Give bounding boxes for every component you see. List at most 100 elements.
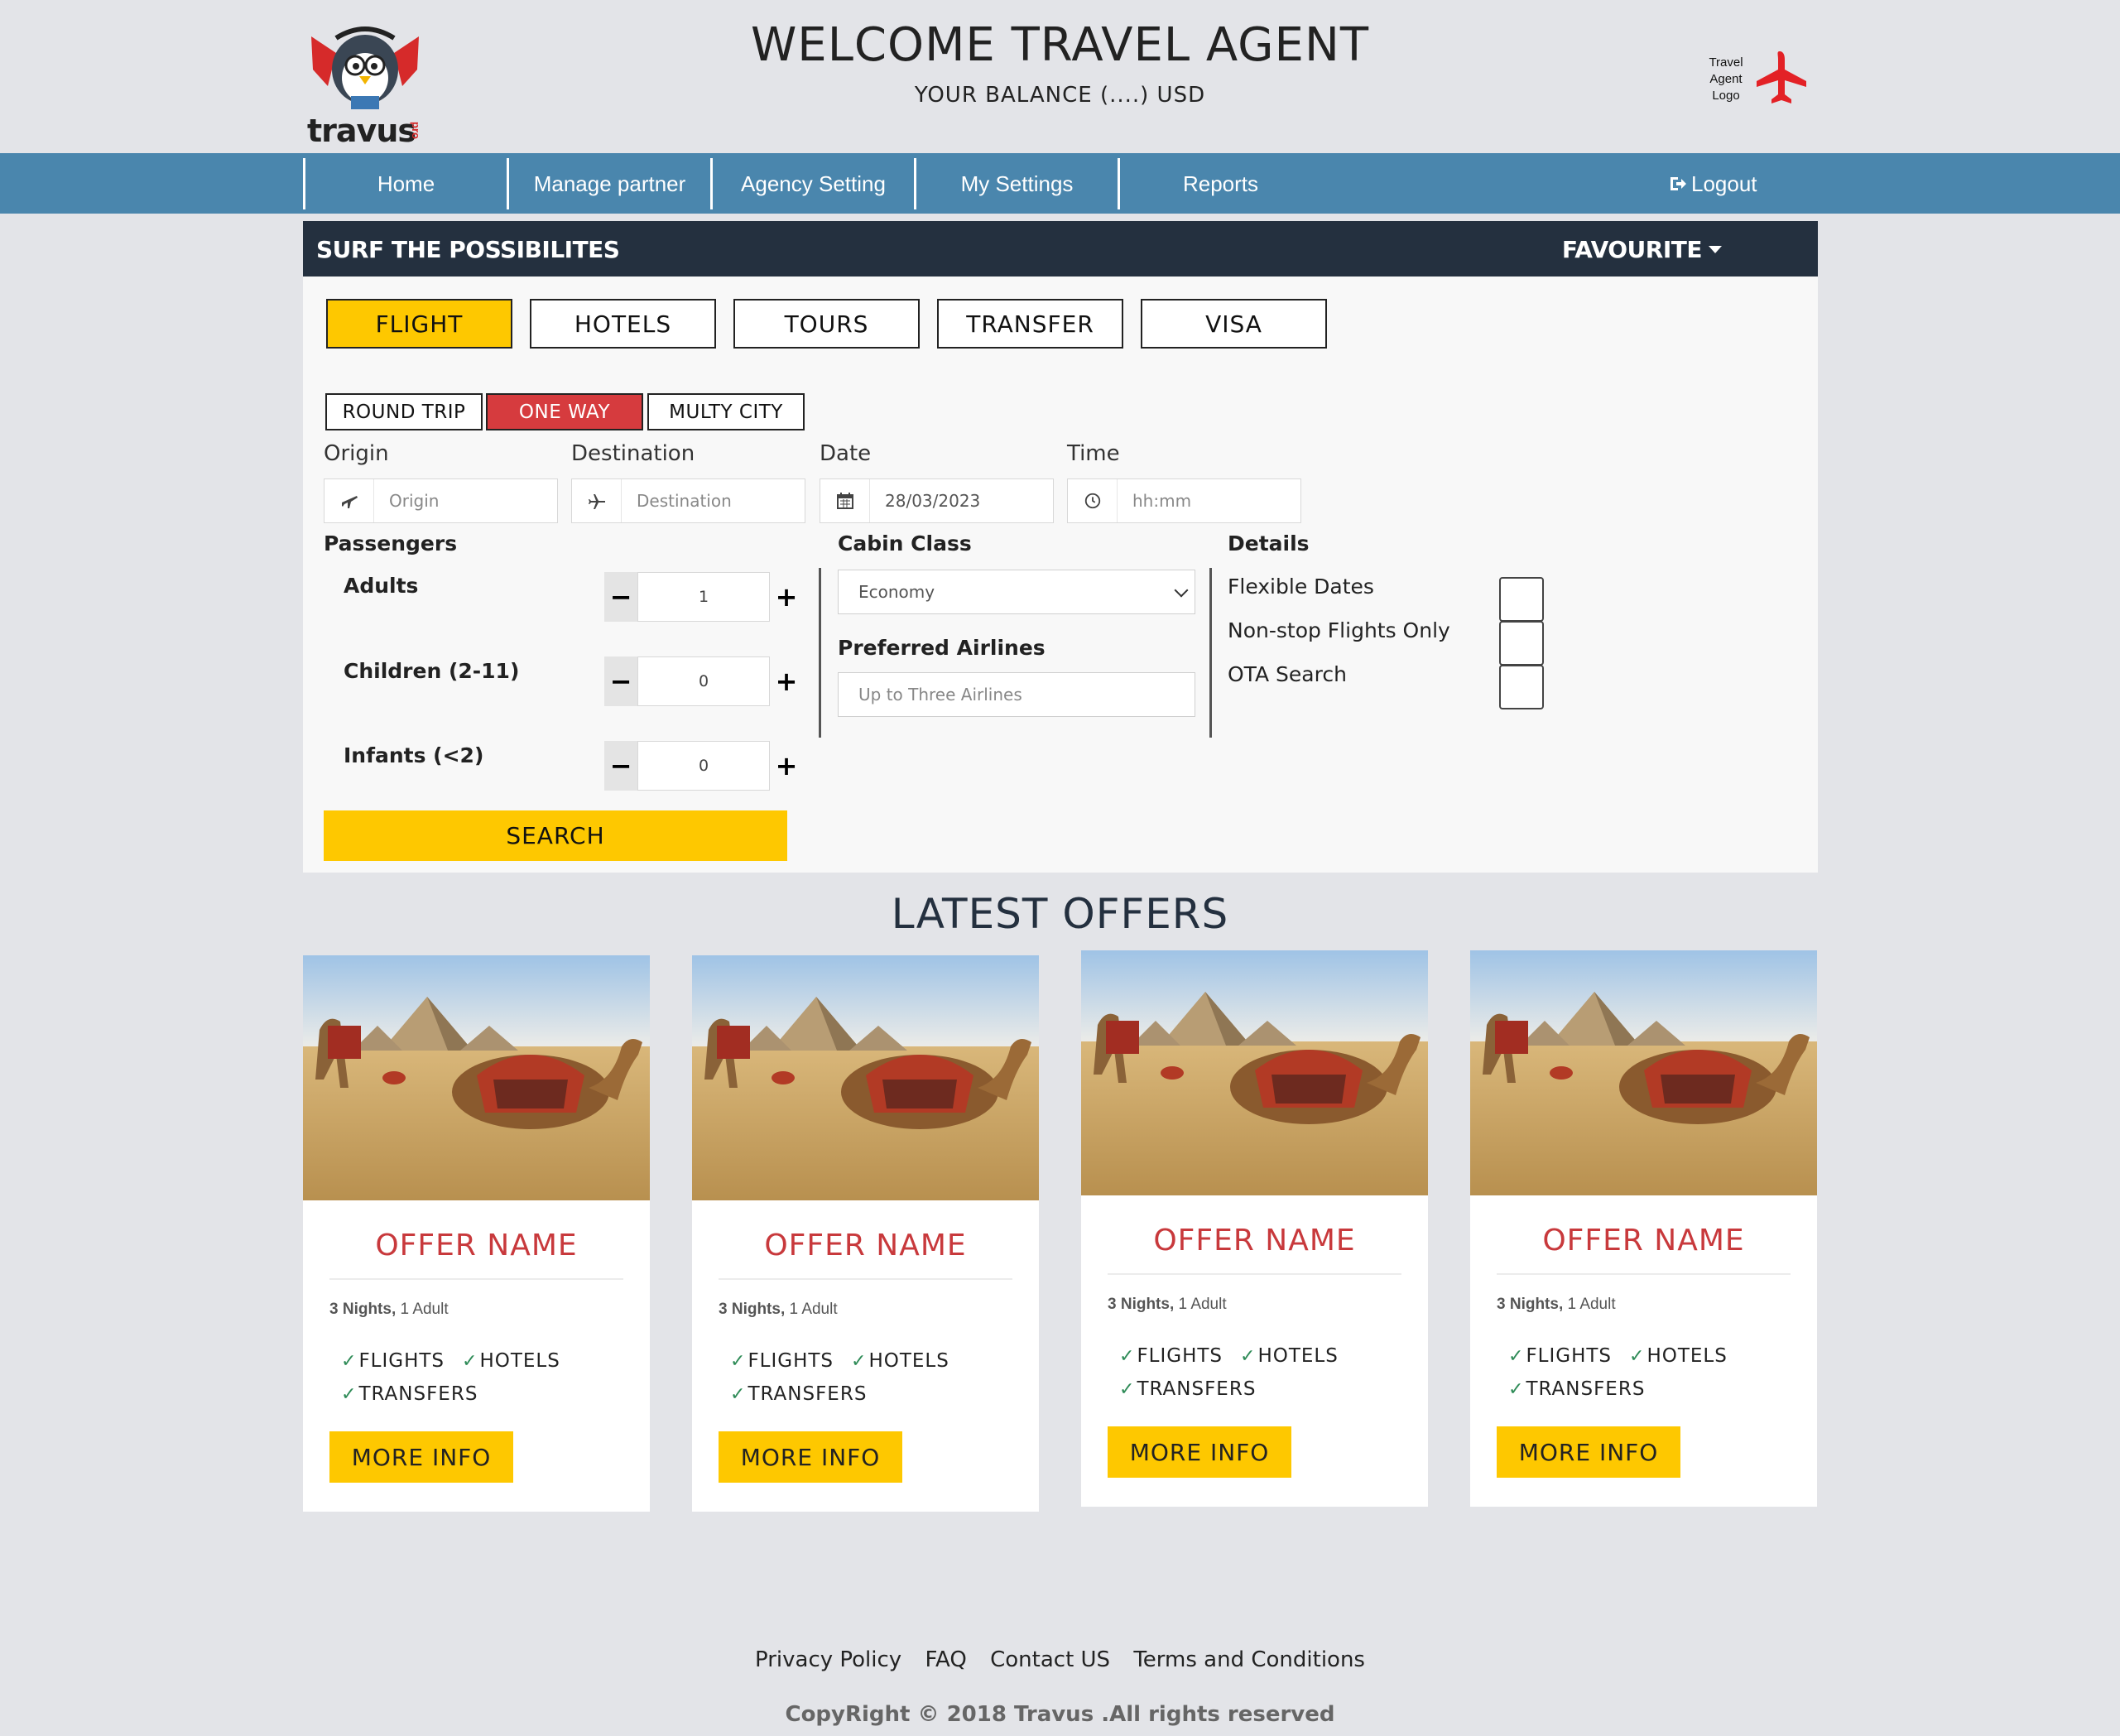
offer-name: OFFER NAME (375, 1229, 578, 1262)
ota-search-checkbox[interactable] (1499, 665, 1544, 709)
included-hotels: ✓ HOTELS (1629, 1345, 1728, 1367)
included-transfers-label: TRANSFERS (358, 1383, 478, 1405)
offer-duration: 3 Nights, 1 Adult (719, 1301, 838, 1319)
cabin-class-value: Economy (858, 582, 935, 602)
infants-label: Infants (<2) (344, 743, 484, 767)
included-flights: ✓ FLIGHTS (730, 1350, 834, 1372)
ota-search-label: OTA Search (1228, 662, 1347, 686)
tab-flight[interactable]: FLIGHT (326, 299, 512, 349)
card-divider (719, 1278, 1012, 1280)
nav-agency-setting[interactable]: Agency Setting (710, 158, 914, 209)
infants-stepper: − 0 + (604, 741, 803, 791)
nav-home[interactable]: Home (303, 158, 507, 209)
more-info-button[interactable]: MORE INFO (719, 1431, 902, 1483)
divider (819, 568, 821, 738)
origin-placeholder: Origin (389, 491, 440, 511)
passengers-heading: Passengers (324, 531, 458, 555)
check-icon: ✓ (341, 1383, 358, 1405)
offer-image-pyramids-camel[interactable] (1081, 950, 1428, 1195)
details-heading: Details (1228, 531, 1310, 555)
included-flights: ✓ FLIGHTS (1508, 1345, 1612, 1367)
brand-name: travus (307, 113, 416, 149)
adults-minus-button[interactable]: − (604, 572, 637, 622)
tab-visa[interactable]: VISA (1141, 299, 1327, 349)
check-icon: ✓ (1119, 1378, 1136, 1400)
terms-link[interactable]: Terms and Conditions (1133, 1647, 1365, 1672)
offer-adults: 1 Adult (1567, 1296, 1616, 1313)
children-plus-button[interactable]: + (770, 656, 803, 706)
children-value[interactable]: 0 (637, 656, 770, 706)
round-trip-button[interactable]: ROUND TRIP (325, 393, 483, 430)
tab-transfer[interactable]: TRANSFER (937, 299, 1123, 349)
check-icon: ✓ (1508, 1345, 1525, 1367)
card-divider (1108, 1273, 1401, 1275)
offer-adults: 1 Adult (789, 1301, 838, 1318)
adults-value[interactable]: 1 (637, 572, 770, 622)
included-transfers: ✓ TRANSFERS (730, 1383, 867, 1405)
logout-button[interactable]: Logout (1668, 158, 1757, 209)
time-input[interactable]: hh:mm (1067, 478, 1301, 523)
cabin-class-select[interactable]: Economy (838, 570, 1195, 614)
search-button[interactable]: SEARCH (324, 810, 787, 861)
date-value: 28/03/2023 (885, 491, 981, 511)
offer-adults: 1 Adult (400, 1301, 449, 1318)
favourite-dropdown[interactable]: FAVOURITE (1562, 236, 1722, 263)
children-minus-button[interactable]: − (604, 656, 637, 706)
more-info-button[interactable]: MORE INFO (1497, 1426, 1680, 1478)
included-hotels-label: HOTELS (1646, 1345, 1728, 1367)
page-header: travus pro WELCOME TRAVEL AGENT YOUR BAL… (0, 0, 2120, 153)
included-hotels: ✓ HOTELS (462, 1350, 560, 1372)
chevron-down-icon (1174, 583, 1189, 598)
infants-plus-button[interactable]: + (770, 741, 803, 791)
offer-image-pyramids-camel[interactable] (692, 955, 1039, 1200)
flexible-dates-checkbox[interactable] (1499, 577, 1544, 622)
nav-manage-partner[interactable]: Manage partner (507, 158, 710, 209)
nav-reports[interactable]: Reports (1118, 158, 1321, 209)
offer-name: OFFER NAME (1153, 1224, 1356, 1258)
children-label: Children (2-11) (344, 659, 520, 683)
preferred-airlines-input[interactable]: Up to Three Airlines (838, 672, 1195, 717)
date-input[interactable]: 28/03/2023 (820, 478, 1054, 523)
destination-label: Destination (571, 441, 695, 466)
offer-adults: 1 Adult (1178, 1296, 1227, 1313)
adults-stepper: − 1 + (604, 572, 803, 622)
offer-nights: 3 Nights, (1108, 1296, 1175, 1313)
check-icon: ✓ (462, 1350, 478, 1372)
tab-hotels[interactable]: HOTELS (530, 299, 716, 349)
non-stop-checkbox[interactable] (1499, 621, 1544, 666)
adults-plus-button[interactable]: + (770, 572, 803, 622)
offer-duration: 3 Nights, 1 Adult (329, 1301, 449, 1319)
agent-logo-text: Travel Agent Logo (1709, 55, 1743, 103)
multy-city-button[interactable]: MULTY CITY (647, 393, 805, 430)
offer-image-pyramids-camel[interactable] (303, 955, 650, 1200)
privacy-policy-link[interactable]: Privacy Policy (755, 1647, 901, 1672)
included-hotels-label: HOTELS (868, 1350, 949, 1372)
origin-input[interactable]: Origin (324, 478, 558, 523)
infants-value[interactable]: 0 (637, 741, 770, 791)
offer-image-pyramids-camel[interactable] (1470, 950, 1817, 1195)
included-transfers-label: TRANSFERS (748, 1383, 868, 1405)
included-flights-label: FLIGHTS (358, 1350, 445, 1372)
included-hotels: ✓ HOTELS (1240, 1345, 1339, 1367)
more-info-button[interactable]: MORE INFO (329, 1431, 513, 1483)
search-panel-title: SURF THE POSSIBILITES (316, 236, 620, 263)
children-stepper: − 0 + (604, 656, 803, 706)
offer-nights: 3 Nights, (329, 1301, 397, 1318)
destination-input[interactable]: Destination (571, 478, 805, 523)
included-transfers: ✓ TRANSFERS (1119, 1378, 1256, 1400)
faq-link[interactable]: FAQ (925, 1647, 966, 1672)
logout-label: Logout (1691, 171, 1757, 196)
non-stop-label: Non-stop Flights Only (1228, 618, 1450, 642)
offer-nights: 3 Nights, (1497, 1296, 1564, 1313)
calendar-icon (820, 479, 870, 522)
tab-tours[interactable]: TOURS (733, 299, 920, 349)
contact-us-link[interactable]: Contact US (990, 1647, 1110, 1672)
caret-down-icon (1709, 246, 1722, 253)
more-info-button[interactable]: MORE INFO (1108, 1426, 1291, 1478)
one-way-button[interactable]: ONE WAY (486, 393, 643, 430)
infants-minus-button[interactable]: − (604, 741, 637, 791)
nav-my-settings[interactable]: My Settings (914, 158, 1118, 209)
main-nav: Home Manage partner Agency Setting My Se… (0, 153, 2120, 214)
included-flights: ✓ FLIGHTS (1119, 1345, 1223, 1367)
offer-duration: 3 Nights, 1 Adult (1108, 1296, 1227, 1314)
